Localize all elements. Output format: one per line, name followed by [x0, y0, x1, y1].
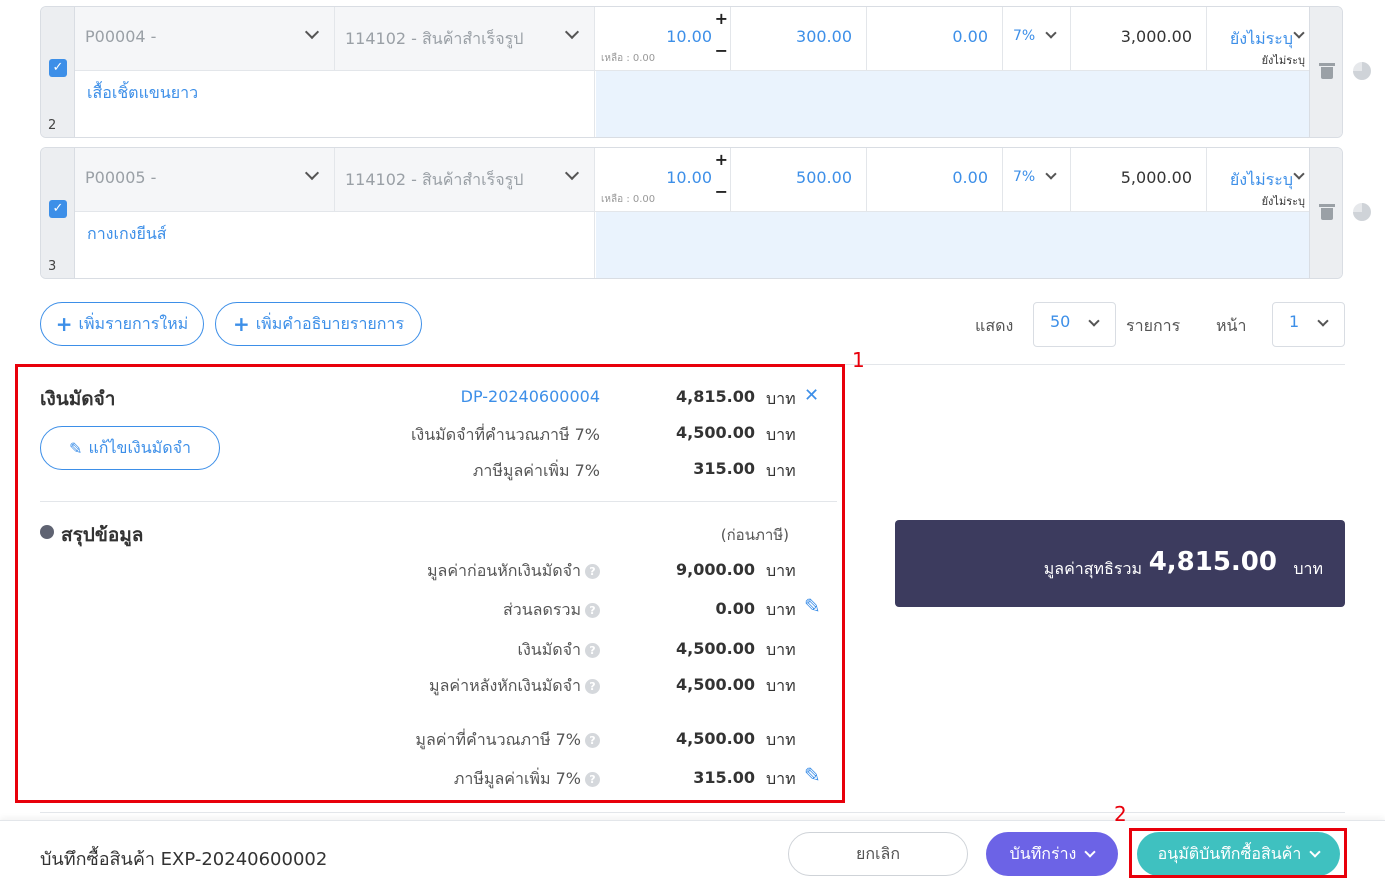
account-select[interactable]: 114102 - สินค้าสำเร็จรูป: [335, 7, 595, 71]
remaining-qty: เหลือ : 0.00: [601, 194, 656, 205]
status-select[interactable]: ยังไม่ระบุ ยังไม่ระบุ: [1207, 7, 1311, 71]
net-total-value: 4,815.00: [1148, 547, 1277, 577]
vat-value: 7%: [1013, 169, 1036, 185]
save-draft-label: บันทึกร่าง: [1009, 843, 1077, 863]
amount-cell: 5,000.00: [1071, 148, 1207, 212]
product-select[interactable]: P00004 -: [75, 7, 335, 71]
add-description-button[interactable]: + เพิ่มคำอธิบายรายการ: [215, 302, 422, 346]
row-number: 2: [48, 118, 57, 133]
row-checkbox[interactable]: ✓: [49, 200, 67, 218]
per-page-select[interactable]: 50: [1033, 302, 1116, 347]
chevron-down-icon: [1045, 27, 1057, 39]
net-total-panel: มูลค่าสุทธิรวม 4,815.00 บาท: [895, 520, 1345, 607]
chevron-down-icon: [1293, 168, 1305, 180]
per-page-value: 50: [1050, 312, 1071, 331]
row-gutter: ✓ 3: [41, 148, 75, 278]
show-label: แสดง: [975, 316, 1014, 335]
row-actions: [1309, 148, 1342, 278]
row-number: 3: [48, 259, 57, 274]
quantity-value[interactable]: 10.00: [666, 27, 712, 46]
chevron-down-icon: [304, 165, 320, 181]
account-select[interactable]: 114102 - สินค้าสำเร็จรูป: [335, 148, 595, 212]
discount-input[interactable]: 0.00: [867, 148, 1003, 212]
table-row: ✓ 3 P00005 - 114102 - สินค้าสำเร็จรูป 10…: [40, 147, 1343, 279]
chevron-down-icon: [1045, 168, 1057, 180]
status-sub: ยังไม่ระบุ: [1261, 195, 1305, 208]
pie-chart-icon[interactable]: [1353, 203, 1371, 221]
discount-value: 0.00: [952, 27, 988, 46]
divider: [40, 812, 1345, 813]
trash-icon[interactable]: [1319, 204, 1335, 220]
amount-cell: 3,000.00: [1071, 7, 1207, 71]
status-value: ยังไม่ระบุ: [1229, 29, 1293, 48]
decrement-icon[interactable]: −: [715, 182, 728, 201]
account-name: 114102 - สินค้าสำเร็จรูป: [345, 29, 524, 48]
add-description-label: เพิ่มคำอธิบายรายการ: [255, 313, 405, 333]
unit-price-value: 500.00: [796, 168, 852, 187]
unit-price-input[interactable]: 500.00: [731, 148, 867, 212]
description-text: กางเกงยีนส์: [87, 224, 167, 243]
product-code: P00004 -: [85, 27, 157, 46]
pie-chart-icon[interactable]: [1353, 62, 1371, 80]
annotation-label-1: 1: [852, 348, 865, 372]
decrement-icon[interactable]: −: [715, 41, 728, 60]
chevron-down-icon: [564, 165, 580, 181]
vat-select[interactable]: 7%: [1003, 148, 1071, 212]
save-draft-button[interactable]: บันทึกร่าง: [986, 832, 1118, 876]
net-total-label: มูลค่าสุทธิรวม: [1043, 559, 1142, 578]
net-total-unit: บาท: [1293, 559, 1323, 578]
chevron-down-icon: [564, 24, 580, 40]
amount-value: 3,000.00: [1120, 27, 1192, 46]
discount-value: 0.00: [952, 168, 988, 187]
row-detail-area: [596, 71, 1311, 137]
product-select[interactable]: P00005 -: [75, 148, 335, 212]
remaining-qty: เหลือ : 0.00: [601, 53, 656, 64]
items-label: รายการ: [1126, 316, 1181, 335]
add-item-label: เพิ่มรายการใหม่: [78, 313, 189, 333]
row-detail-area: [596, 212, 1311, 278]
chevron-down-icon: [304, 24, 320, 40]
account-name: 114102 - สินค้าสำเร็จรูป: [345, 170, 524, 189]
description-input[interactable]: เสื้อเชิ้ตแขนยาว: [75, 71, 595, 137]
description-input[interactable]: กางเกงยีนส์: [75, 212, 595, 278]
description-text: เสื้อเชิ้ตแขนยาว: [87, 83, 199, 102]
page-select[interactable]: 1: [1272, 302, 1345, 347]
vat-select[interactable]: 7%: [1003, 7, 1071, 71]
quantity-stepper[interactable]: 10.00 + − เหลือ : 0.00: [595, 148, 731, 212]
quantity-value[interactable]: 10.00: [666, 168, 712, 187]
unit-price-value: 300.00: [796, 27, 852, 46]
plus-icon: +: [232, 312, 250, 336]
discount-input[interactable]: 0.00: [867, 7, 1003, 71]
cancel-button[interactable]: ยกเลิก: [788, 832, 968, 876]
product-code: P00005 -: [85, 168, 157, 187]
status-select[interactable]: ยังไม่ระบุ ยังไม่ระบุ: [1207, 148, 1311, 212]
row-actions: [1309, 7, 1342, 137]
increment-icon[interactable]: +: [715, 150, 728, 169]
chevron-down-icon: [1084, 846, 1097, 858]
unit-price-input[interactable]: 300.00: [731, 7, 867, 71]
table-row: ✓ 2 P00004 - 114102 - สินค้าสำเร็จรูป 10…: [40, 6, 1343, 138]
chevron-down-icon: [1317, 315, 1329, 327]
annotation-label-2: 2: [1114, 802, 1127, 826]
trash-icon[interactable]: [1319, 63, 1335, 79]
increment-icon[interactable]: +: [715, 9, 728, 28]
row-gutter: ✓ 2: [41, 7, 75, 137]
annotation-box-2: [1129, 828, 1347, 878]
annotation-box-1: [15, 364, 845, 803]
plus-icon: +: [55, 312, 73, 336]
row-checkbox[interactable]: ✓: [49, 59, 67, 77]
amount-value: 5,000.00: [1120, 168, 1192, 187]
add-item-button[interactable]: + เพิ่มรายการใหม่: [40, 302, 204, 346]
page-label: หน้า: [1216, 316, 1247, 335]
status-value: ยังไม่ระบุ: [1229, 170, 1293, 189]
chevron-down-icon: [1088, 315, 1100, 327]
quantity-stepper[interactable]: 10.00 + − เหลือ : 0.00: [595, 7, 731, 71]
vat-value: 7%: [1013, 28, 1036, 44]
status-sub: ยังไม่ระบุ: [1261, 54, 1305, 67]
document-title: บันทึกซื้อสินค้า EXP-20240600002: [40, 849, 328, 870]
chevron-down-icon: [1293, 27, 1305, 39]
cancel-label: ยกเลิก: [855, 843, 901, 863]
page-value: 1: [1289, 312, 1300, 331]
